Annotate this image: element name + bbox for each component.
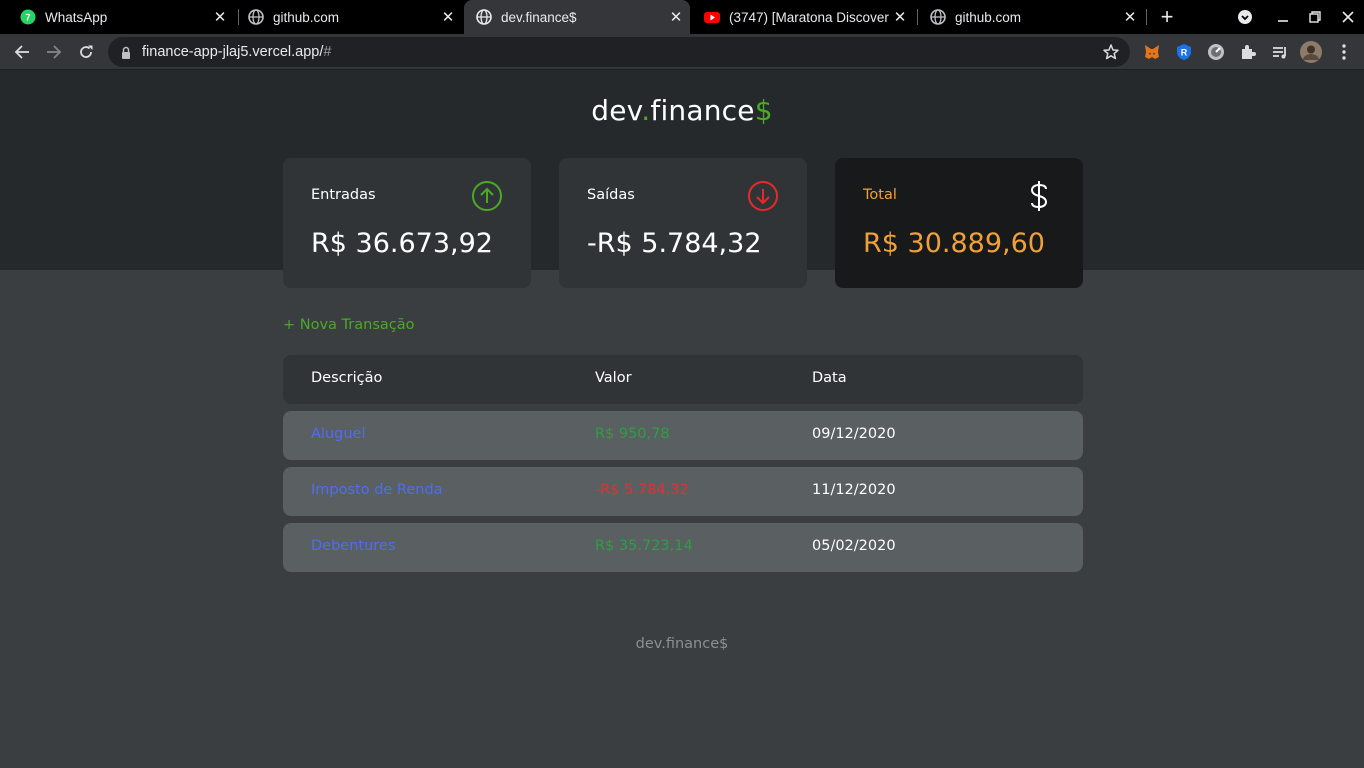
svg-text:R: R — [1181, 48, 1188, 58]
logo-dollar: $ — [754, 94, 773, 127]
globe-icon — [248, 9, 264, 25]
dollar-icon — [1030, 181, 1048, 211]
whatsapp-icon: 7 — [20, 9, 36, 25]
header-description: Descrição — [311, 370, 383, 386]
row-description: Debentures — [311, 538, 396, 554]
row-amount: R$ 35.723,14 — [595, 538, 693, 554]
browser-toolbar: finance-app-jlaj5.vercel.app/# R — [0, 34, 1364, 70]
app-logo: dev.finance$ — [0, 94, 1364, 127]
address-bar[interactable]: finance-app-jlaj5.vercel.app/# — [108, 37, 1130, 67]
total-card: Total R$ 30.889,60 — [835, 158, 1083, 288]
tab-github-2[interactable]: github.com ✕ — [918, 0, 1144, 34]
table-row[interactable]: Imposto de Renda -R$ 5.784,32 11/12/2020 — [283, 467, 1083, 516]
close-tab-icon[interactable]: ✕ — [666, 7, 686, 27]
avatar[interactable] — [1300, 41, 1322, 63]
more-menu-icon[interactable] — [1334, 42, 1354, 62]
table-row[interactable]: Debentures R$ 35.723,14 05/02/2020 — [283, 523, 1083, 572]
extensions-puzzle-icon[interactable] — [1238, 42, 1258, 62]
close-window-icon[interactable] — [1337, 6, 1359, 28]
tab-title: dev.finance$ — [501, 9, 577, 25]
expense-label: Saídas — [587, 187, 635, 203]
close-tab-icon[interactable]: ✕ — [210, 7, 230, 27]
row-amount: R$ 950,78 — [595, 426, 670, 442]
reload-icon[interactable] — [74, 40, 98, 64]
svg-text:7: 7 — [25, 13, 30, 23]
header-date: Data — [812, 370, 847, 386]
total-label: Total — [863, 187, 897, 203]
tab-title: (3747) [Maratona Discover — [729, 9, 889, 25]
metamask-icon[interactable] — [1142, 42, 1162, 62]
new-transaction-link[interactable]: + Nova Transação — [283, 317, 414, 333]
tab-github-1[interactable]: github.com ✕ — [236, 0, 462, 34]
tab-title: github.com — [955, 9, 1022, 25]
row-date: 11/12/2020 — [812, 482, 896, 498]
page-footer: dev.finance$ — [635, 636, 729, 652]
shield-extension-icon[interactable]: R — [1174, 42, 1194, 62]
tab-title: WhatsApp — [45, 9, 108, 25]
income-value: R$ 36.673,92 — [311, 228, 493, 259]
page-content: dev.finance$ Entradas R$ 36.673,92 Saída… — [0, 70, 1364, 768]
total-value: R$ 30.889,60 — [863, 228, 1045, 259]
back-icon[interactable] — [10, 40, 34, 64]
logo-finance: finance — [650, 94, 755, 127]
globe-icon — [476, 9, 492, 25]
tab-separator — [1146, 9, 1147, 25]
tab-dev-finance[interactable]: dev.finance$ ✕ — [464, 0, 690, 34]
row-date: 05/02/2020 — [812, 538, 896, 554]
restore-icon[interactable] — [1304, 6, 1326, 28]
close-tab-icon[interactable]: ✕ — [890, 7, 910, 27]
expense-card: Saídas -R$ 5.784,32 — [559, 158, 807, 288]
table-header: Descrição Valor Data — [283, 355, 1083, 404]
media-queue-icon[interactable] — [1270, 42, 1290, 62]
expense-value: -R$ 5.784,32 — [587, 228, 762, 259]
minimize-icon[interactable] — [1272, 6, 1294, 28]
tab-title: github.com — [273, 9, 340, 25]
logo-dev: dev — [591, 94, 642, 127]
tab-strip: 7 WhatsApp ✕ github.com ✕ dev.finance$ ✕… — [0, 0, 1364, 34]
forward-icon[interactable] — [42, 40, 66, 64]
income-label: Entradas — [311, 187, 376, 203]
close-tab-icon[interactable]: ✕ — [1120, 7, 1140, 27]
tab-whatsapp[interactable]: 7 WhatsApp ✕ — [8, 0, 234, 34]
table-row[interactable]: Aluguel R$ 950,78 09/12/2020 — [283, 411, 1083, 460]
url-host: finance-app-jlaj5.vercel.app/ — [142, 44, 324, 60]
tab-youtube[interactable]: (3747) [Maratona Discover ✕ — [692, 0, 914, 34]
row-description: Imposto de Renda — [311, 482, 443, 498]
new-tab-button[interactable]: + — [1156, 4, 1178, 29]
tab-search-icon[interactable] — [1234, 6, 1256, 28]
lock-icon[interactable] — [120, 45, 132, 64]
youtube-icon — [704, 9, 720, 25]
row-date: 09/12/2020 — [812, 426, 896, 442]
close-tab-icon[interactable]: ✕ — [438, 7, 458, 27]
income-card: Entradas R$ 36.673,92 — [283, 158, 531, 288]
url-text: finance-app-jlaj5.vercel.app/# — [142, 44, 331, 60]
arrow-down-circle-icon — [748, 181, 778, 211]
globe-icon — [930, 9, 946, 25]
row-amount: -R$ 5.784,32 — [595, 482, 689, 498]
url-fragment: # — [323, 44, 332, 60]
bookmark-star-icon[interactable] — [1102, 43, 1120, 65]
arrow-up-circle-icon — [472, 181, 502, 211]
header-amount: Valor — [595, 370, 632, 386]
gauge-extension-icon[interactable] — [1206, 42, 1226, 62]
row-description: Aluguel — [311, 426, 366, 442]
